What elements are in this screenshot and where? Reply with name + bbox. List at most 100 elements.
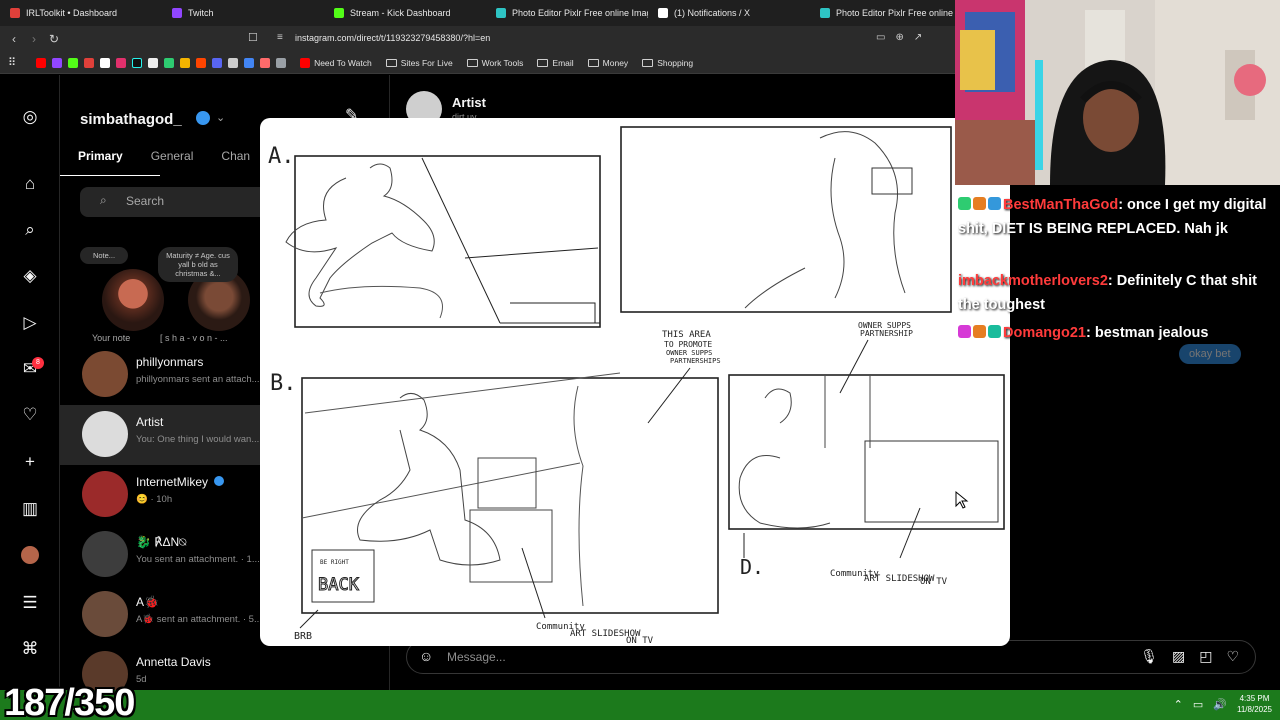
- pixlr-icon: [496, 8, 506, 18]
- explore-icon[interactable]: ◈: [20, 266, 40, 286]
- tab-general[interactable]: General: [151, 149, 194, 163]
- reload-icon[interactable]: ↻: [44, 32, 64, 46]
- create-icon[interactable]: +: [20, 452, 40, 472]
- discord-icon[interactable]: [212, 57, 223, 68]
- badge-icon: [988, 197, 1001, 210]
- tab-channels[interactable]: Chan: [221, 149, 250, 163]
- x-icon[interactable]: [100, 57, 111, 68]
- browser-tab[interactable]: IRLToolkit • Dashboard: [0, 0, 162, 26]
- note-bubble[interactable]: Maturity ≠ Age. cus yall b old as christ…: [158, 247, 238, 282]
- your-note-avatar[interactable]: [102, 269, 164, 331]
- zoom-icon[interactable]: ⊕: [895, 32, 903, 43]
- chat-title[interactable]: Artist: [452, 95, 486, 110]
- menu-icon[interactable]: ☰: [20, 593, 40, 613]
- bookmark-site-icon[interactable]: [164, 57, 175, 68]
- folder-icon: [642, 58, 654, 67]
- google-drive-icon[interactable]: [180, 57, 191, 68]
- search-icon[interactable]: ⌕: [20, 220, 40, 240]
- clock[interactable]: 4:35 PM 11/8/2025: [1237, 693, 1272, 715]
- emoji-icon[interactable]: ☺: [419, 648, 433, 664]
- webcam-image: [955, 0, 1280, 185]
- bookmark-site-icon[interactable]: [260, 57, 271, 68]
- notification-badge: 8: [32, 357, 44, 369]
- stream-chat: BestManThaGod: once I get my digital shi…: [955, 185, 1280, 345]
- dashboard-icon[interactable]: ▥: [20, 499, 40, 519]
- browser-tab[interactable]: Photo Editor Pixlr Free online Image: [486, 0, 648, 26]
- sketch-figure: [744, 131, 906, 309]
- search-icon: ⌕: [100, 193, 107, 207]
- share-icon[interactable]: ↗: [914, 32, 922, 43]
- back-icon[interactable]: ‹: [4, 32, 24, 46]
- webcam-feed: [955, 0, 1280, 185]
- url-field[interactable]: instagram.com/direct/t/119323279458380/?…: [295, 33, 490, 43]
- arrow: [839, 339, 869, 394]
- tab-primary[interactable]: Primary: [78, 149, 123, 163]
- sketch-figure: [285, 163, 435, 307]
- instagram-icon[interactable]: [116, 57, 127, 68]
- bookmark-site-icon[interactable]: [228, 57, 239, 68]
- bookmark-site-icon[interactable]: [244, 57, 255, 68]
- microphone-icon[interactable]: 🎙: [1140, 648, 1158, 665]
- avatar: [82, 411, 128, 457]
- chevron-down-icon[interactable]: ⌄: [216, 111, 225, 124]
- sticker-icon[interactable]: ◰: [1199, 648, 1212, 665]
- site-info-icon[interactable]: ≡: [277, 32, 283, 43]
- panel-label-d: D.: [740, 555, 764, 579]
- account-username[interactable]: simbathagod_: [80, 111, 182, 128]
- sub-goal-counter: 187/350: [4, 682, 135, 720]
- chat-message: Domango21: bestman jealous: [958, 321, 1276, 345]
- screen: IRLToolkit • Dashboard Twitch Stream - K…: [0, 0, 1280, 720]
- apps-icon[interactable]: ⠿: [8, 56, 16, 69]
- nav-rail: ◎ ⌂ ⌕ ◈ ▷ ✉ 8 ♡ + ▥ ☰ ⌘: [0, 75, 60, 690]
- sketch-image: A. B. BE RIGHT BACK BRB Community ART SL…: [260, 118, 1010, 646]
- note-bubble[interactable]: Note...: [80, 247, 128, 264]
- promote-note: OWNER SUPPS: [666, 349, 712, 357]
- bookmark-site-icon[interactable]: [148, 57, 159, 68]
- reddit-icon[interactable]: [196, 57, 207, 68]
- avatar: [82, 471, 128, 517]
- youtube-icon: [300, 57, 311, 68]
- bookmark-site-icon[interactable]: [276, 57, 287, 68]
- forward-icon[interactable]: ›: [24, 32, 44, 46]
- badge-icon: [958, 197, 971, 210]
- youtube-icon[interactable]: [36, 57, 47, 68]
- note-label: [ s h a - v o n - ...: [160, 333, 228, 343]
- bookmark-need-to-watch[interactable]: Need To Watch: [300, 57, 372, 68]
- irltoolkit-icon[interactable]: [84, 57, 95, 68]
- home-icon[interactable]: ⌂: [20, 174, 40, 194]
- browser-tab[interactable]: Photo Editor Pixlr Free online Ima: [810, 0, 972, 26]
- twitch-icon[interactable]: [52, 57, 63, 68]
- kick-icon[interactable]: [68, 57, 79, 68]
- promote-note: TO PROMOTE: [664, 340, 712, 349]
- profile-avatar[interactable]: [21, 546, 39, 564]
- bookmark-folder[interactable]: Email: [537, 58, 574, 68]
- storyboard-drawing: A. B. BE RIGHT BACK BRB Community ART SL…: [268, 126, 1005, 646]
- heart-icon[interactable]: ♡: [20, 405, 40, 425]
- system-tray: ⌃ ▭ 🔊 4:35 PM 11/8/2025: [1174, 693, 1272, 715]
- instagram-logo-icon[interactable]: ◎: [20, 107, 40, 127]
- browser-tab[interactable]: Twitch: [162, 0, 324, 26]
- browser-tab[interactable]: (1) Notifications / X: [648, 0, 810, 26]
- bookmark-folder[interactable]: Work Tools: [466, 58, 523, 68]
- avatar: [82, 531, 128, 577]
- browser-tab[interactable]: Stream - Kick Dashboard: [324, 0, 486, 26]
- bookmark-folder[interactable]: Shopping: [642, 58, 693, 68]
- network-icon[interactable]: ▭: [1193, 698, 1203, 711]
- bookmark-folder[interactable]: Sites For Live: [385, 58, 453, 68]
- heart-icon[interactable]: ♡: [1226, 648, 1239, 665]
- threads-icon[interactable]: ⌘: [20, 639, 40, 659]
- message-bubble: okay bet: [1179, 344, 1241, 364]
- pixlr-icon: [820, 8, 830, 18]
- bookmark-icon[interactable]: ☐: [248, 31, 258, 44]
- reels-icon[interactable]: ▷: [20, 313, 40, 333]
- sketch-tv: [469, 509, 553, 583]
- sketch-tv: [864, 440, 999, 523]
- community-label: ON TV: [920, 577, 948, 587]
- tiktok-icon[interactable]: [132, 57, 143, 68]
- cast-icon[interactable]: ▭: [876, 32, 885, 43]
- chevron-up-icon[interactable]: ⌃: [1174, 698, 1183, 711]
- image-icon[interactable]: ▨: [1172, 648, 1185, 665]
- bookmark-folder[interactable]: Money: [587, 58, 628, 68]
- sketch-sign-text: BE RIGHT: [320, 559, 349, 566]
- volume-icon[interactable]: 🔊: [1213, 698, 1227, 711]
